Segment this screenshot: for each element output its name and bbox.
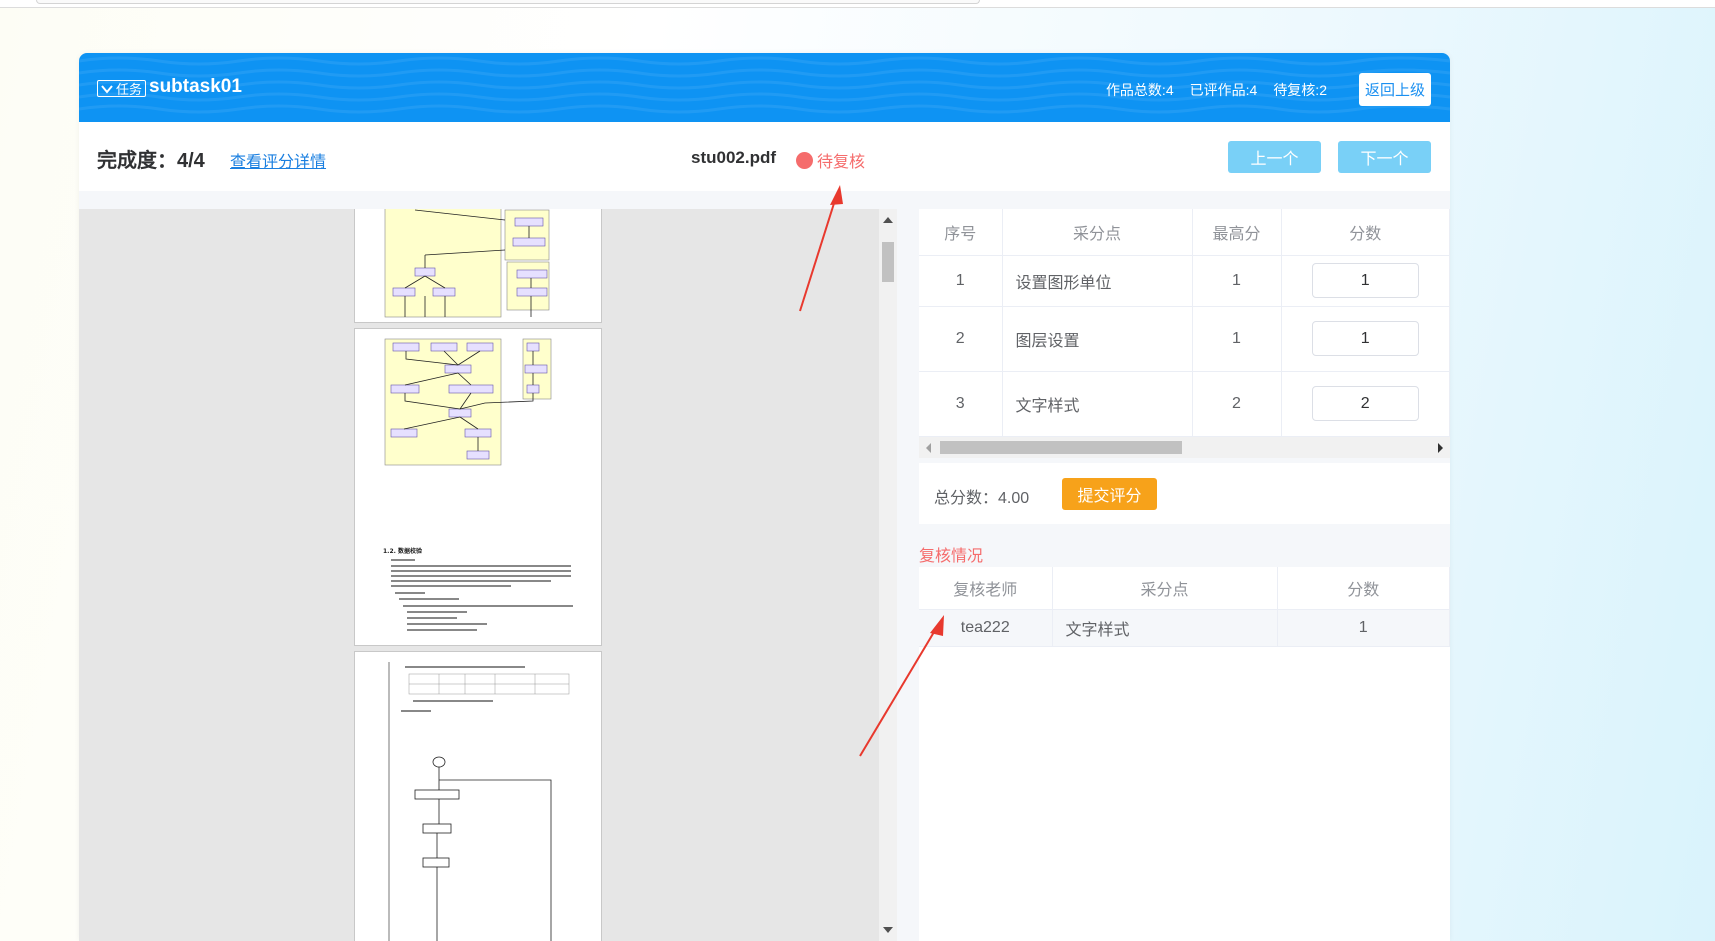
status-dot-icon (796, 151, 813, 169)
completion-text: 完成度：4/4 (97, 150, 205, 172)
score-detail-link[interactable]: 查看评分详情 (230, 148, 326, 172)
grading-panel: 任务 subtask01 作品总数:4 已评作品:4 待复核:2 返回上级 完成… (79, 53, 1450, 941)
total-score-box: 总分数：4.00 提交评分 (919, 463, 1450, 524)
review-teacher: tea222 (919, 609, 1053, 647)
status-text: 待复核 (817, 154, 866, 171)
table-horizontal-scrollbar[interactable] (919, 436, 1450, 458)
flowchart-figure (388, 662, 570, 941)
review-box: 复核老师 采分点 分数 tea222 文字样式 1 (919, 567, 1450, 941)
stat-graded: 已评作品:4 (1189, 82, 1258, 98)
scroll-up-icon[interactable] (883, 217, 893, 223)
submit-score-button[interactable]: 提交评分 (1062, 478, 1157, 510)
flowchart-figure (384, 209, 550, 318)
stat-pending: 待复核:2 (1273, 82, 1327, 98)
col-header-teacher: 复核老师 (919, 567, 1053, 610)
total-score: 总分数：4.00 (934, 490, 1030, 507)
flowchart-figure: 1.2. 数据校验 (383, 338, 573, 631)
review-section-title: 复核情况 (919, 548, 984, 565)
col-header-score: 分数 (1277, 567, 1450, 610)
task-stats: 作品总数:4 已评作品:4 待复核:2 (1106, 80, 1327, 100)
col-header-max: 最高分 (1192, 209, 1282, 256)
pdf-page (354, 651, 602, 941)
row-index: 2 (919, 306, 1003, 372)
row-index: 1 (919, 255, 1003, 307)
pdf-viewer[interactable]: 1.2. 数据校验 (79, 209, 897, 941)
score-input[interactable]: 2 (1311, 386, 1419, 421)
review-table: 复核老师 采分点 分数 tea222 文字样式 1 (919, 567, 1450, 647)
col-header-score: 分数 (1281, 209, 1450, 256)
review-item: 文字样式 (1052, 609, 1278, 647)
row-item: 图层设置 (1002, 306, 1193, 372)
pdf-page (354, 209, 602, 323)
scroll-down-icon[interactable] (883, 927, 893, 933)
row-score-cell: 1 (1281, 306, 1450, 372)
header-bar: 任务 subtask01 作品总数:4 已评作品:4 待复核:2 返回上级 (79, 53, 1450, 122)
score-table: 序号 采分点 最高分 分数 1 设置图形单位 1 1 2 图层设置 1 1 3 … (919, 209, 1450, 437)
pdf-page: 1.2. 数据校验 (354, 328, 602, 646)
row-score-cell: 2 (1281, 371, 1450, 437)
table-row: 3 文字样式 2 2 (919, 371, 1450, 437)
table-row: 2 图层设置 1 1 (919, 306, 1450, 372)
pdf-vertical-scrollbar[interactable] (879, 209, 897, 941)
score-input[interactable]: 1 (1311, 263, 1419, 298)
col-header-item: 采分点 (1002, 209, 1193, 256)
row-max: 1 (1192, 255, 1282, 307)
row-max: 2 (1192, 371, 1282, 437)
scrollbar-thumb[interactable] (940, 440, 1182, 454)
col-header-item: 采分点 (1052, 567, 1278, 610)
scroll-left-icon[interactable] (926, 442, 931, 453)
scrollbar-thumb[interactable] (882, 242, 894, 282)
info-bar: 完成度：4/4 查看评分详情 stu002.pdf 待复核 上一个 下一个 (79, 122, 1450, 191)
row-item: 文字样式 (1002, 371, 1193, 437)
review-score: 1 (1277, 609, 1450, 647)
score-input[interactable]: 1 (1311, 321, 1419, 356)
next-button[interactable]: 下一个 (1338, 141, 1431, 173)
scroll-right-icon[interactable] (1438, 442, 1443, 453)
back-button[interactable]: 返回上级 (1359, 73, 1431, 106)
status-badge: 待复核 (796, 148, 865, 172)
row-index: 3 (919, 371, 1003, 437)
file-name: stu002.pdf (691, 148, 777, 167)
stat-total: 作品总数:4 (1105, 82, 1174, 98)
col-header-index: 序号 (919, 209, 1003, 256)
table-row: 1 设置图形单位 1 1 (919, 255, 1450, 307)
browser-top-strip (0, 0, 1715, 8)
prev-button[interactable]: 上一个 (1228, 141, 1321, 173)
browser-tab-stub (36, 0, 980, 4)
scoring-panel: 序号 采分点 最高分 分数 1 设置图形单位 1 1 2 图层设置 1 1 3 … (919, 209, 1450, 941)
task-title: subtask01 (149, 76, 242, 97)
task-tag[interactable]: 任务 (97, 80, 147, 97)
table-row: tea222 文字样式 1 (919, 609, 1450, 647)
row-score-cell: 1 (1281, 255, 1450, 307)
chevron-down-icon (101, 84, 113, 94)
doc-section-heading: 1.2. 数据校验 (383, 547, 422, 555)
row-item: 设置图形单位 (1002, 255, 1193, 307)
row-max: 1 (1192, 306, 1282, 372)
task-tag-label: 任务 (116, 82, 143, 97)
